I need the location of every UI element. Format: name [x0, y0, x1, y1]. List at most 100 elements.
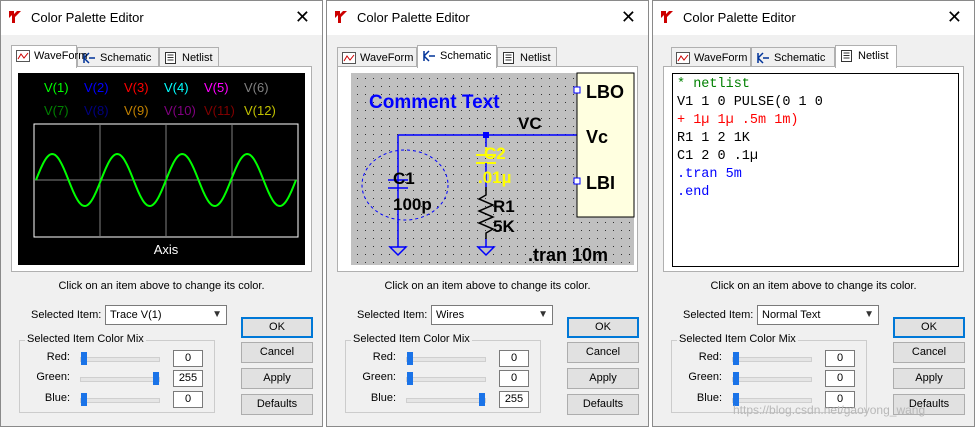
window-title: Color Palette Editor: [683, 10, 796, 25]
close-icon[interactable]: ✕: [621, 6, 636, 28]
waveform-preview[interactable]: V(1) V(2) V(3) V(4) V(5) V(6) V(7) V(8) V(9) V(10…: [12, 67, 311, 271]
green-slider[interactable]: [732, 372, 812, 385]
tab-waveform[interactable]: WaveForm: [671, 47, 751, 67]
port-pin[interactable]: [573, 177, 581, 185]
ok-button[interactable]: OK: [241, 317, 313, 338]
cancel-button[interactable]: Cancel: [241, 342, 313, 363]
net-label-vc[interactable]: VC: [518, 114, 542, 133]
close-icon[interactable]: ✕: [947, 6, 962, 28]
green-slider-thumb[interactable]: [153, 372, 159, 385]
tab-schematic[interactable]: Schematic: [417, 45, 497, 68]
schematic-preview-panel: Comment Text VC LBO Vc LBI C1 100p C2 .0…: [337, 66, 638, 272]
color-mix-group: Selected Item Color Mix Red: 0 Green: 0 …: [345, 333, 541, 413]
blue-slider[interactable]: [80, 393, 160, 406]
schematic-preview[interactable]: Comment Text VC LBO Vc LBI C1 100p C2 .0…: [338, 67, 637, 271]
red-slider[interactable]: [80, 352, 160, 365]
cancel-button[interactable]: Cancel: [893, 342, 965, 363]
red-slider[interactable]: [732, 352, 812, 365]
defaults-button[interactable]: Defaults: [567, 394, 639, 415]
green-value-field[interactable]: 255: [173, 370, 203, 387]
netlist-line[interactable]: * netlist: [677, 76, 954, 94]
trace-label[interactable]: V(6): [244, 80, 269, 95]
c2-value[interactable]: .01µ: [478, 168, 511, 187]
tab-schematic[interactable]: Schematic: [751, 47, 835, 67]
trace-label[interactable]: V(7): [44, 103, 69, 118]
netlist-line[interactable]: + 1µ 1µ .5m 1m): [677, 112, 954, 130]
selected-item-combo[interactable]: Normal Text ▼: [757, 305, 879, 325]
r1-name[interactable]: R1: [493, 197, 515, 216]
watermark: https://blog.csdn.net/gaoyong_wang: [733, 403, 926, 417]
cancel-button[interactable]: Cancel: [567, 342, 639, 363]
tab-netlist[interactable]: Netlist: [159, 47, 219, 67]
trace-label[interactable]: V(8): [84, 103, 109, 118]
title-bar[interactable]: Color Palette Editor ✕: [1, 1, 322, 35]
red-value-field[interactable]: 0: [499, 350, 529, 367]
green-slider-thumb[interactable]: [407, 372, 413, 385]
netlist-preview-panel: * netlist V1 1 0 PULSE(0 1 0 + 1µ 1µ .5m 1…: [663, 66, 964, 272]
netlist-text-area[interactable]: * netlist V1 1 0 PULSE(0 1 0 + 1µ 1µ .5m 1…: [672, 73, 959, 267]
port-label-lbo[interactable]: LBO: [586, 82, 624, 102]
blue-value-field[interactable]: 0: [173, 391, 203, 408]
selected-item-combo[interactable]: Wires ▼: [431, 305, 553, 325]
netlist-line[interactable]: C1 2 0 .1µ: [677, 148, 954, 166]
green-value-field[interactable]: 0: [499, 370, 529, 387]
red-slider-thumb[interactable]: [81, 352, 87, 365]
selected-item-combo[interactable]: Trace V(1) ▼: [105, 305, 227, 325]
blue-slider[interactable]: [406, 393, 486, 406]
junction-dot[interactable]: [483, 132, 489, 138]
trace-label[interactable]: V(11): [204, 103, 235, 118]
spice-directive[interactable]: .tran 10m: [528, 245, 608, 265]
red-value-field[interactable]: 0: [173, 350, 203, 367]
apply-button[interactable]: Apply: [893, 368, 965, 389]
c2-name[interactable]: C2: [484, 144, 506, 163]
hint-text: Click on an item above to change its col…: [710, 280, 917, 292]
red-slider[interactable]: [406, 352, 486, 365]
port-label-lbi[interactable]: LBI: [586, 173, 615, 193]
comment-text[interactable]: Comment Text: [369, 92, 500, 113]
apply-button[interactable]: Apply: [567, 368, 639, 389]
port-pin[interactable]: [573, 86, 581, 94]
tab-schematic[interactable]: Schematic: [77, 47, 159, 67]
title-bar[interactable]: Color Palette Editor ✕: [653, 1, 974, 35]
c1-value[interactable]: 100p: [393, 195, 432, 214]
trace-label[interactable]: V(10): [164, 103, 196, 118]
trace-label[interactable]: V(5): [204, 80, 229, 95]
close-icon[interactable]: ✕: [295, 6, 310, 28]
c1-name[interactable]: C1: [393, 169, 415, 188]
netlist-line[interactable]: R1 1 2 1K: [677, 130, 954, 148]
tab-netlist[interactable]: Netlist: [835, 45, 897, 68]
r1-value[interactable]: 5K: [493, 217, 515, 236]
green-slider[interactable]: [80, 372, 160, 385]
port-label-vc[interactable]: Vc: [586, 127, 608, 147]
defaults-button[interactable]: Defaults: [241, 394, 313, 415]
trace-label[interactable]: V(9): [124, 103, 149, 118]
trace-label[interactable]: V(12): [244, 103, 276, 118]
red-slider-thumb[interactable]: [407, 352, 413, 365]
blue-slider-thumb[interactable]: [81, 393, 87, 406]
trace-label[interactable]: V(2): [84, 80, 109, 95]
ok-button[interactable]: OK: [567, 317, 639, 338]
tab-netlist[interactable]: Netlist: [497, 47, 557, 67]
ok-button[interactable]: OK: [893, 317, 965, 338]
green-slider-thumb[interactable]: [733, 372, 739, 385]
trace-label[interactable]: V(4): [164, 80, 189, 95]
netlist-line[interactable]: .end: [677, 184, 954, 202]
green-value-field[interactable]: 0: [825, 370, 855, 387]
netlist-line[interactable]: V1 1 0 PULSE(0 1 0: [677, 94, 954, 112]
axis-label[interactable]: Axis: [154, 242, 179, 257]
tab-waveform[interactable]: WaveForm: [337, 47, 417, 67]
tab-waveform[interactable]: WaveForm: [11, 45, 87, 68]
netlist-line[interactable]: .tran 5m: [677, 166, 954, 184]
green-slider[interactable]: [406, 372, 486, 385]
apply-button[interactable]: Apply: [241, 368, 313, 389]
blue-slider-thumb[interactable]: [479, 393, 485, 406]
red-value-field[interactable]: 0: [825, 350, 855, 367]
red-slider-thumb[interactable]: [733, 352, 739, 365]
green-label: Green:: [362, 371, 396, 383]
title-bar[interactable]: Color Palette Editor ✕: [327, 1, 648, 35]
plot-background[interactable]: [18, 73, 305, 265]
trace-label[interactable]: V(1): [44, 80, 69, 95]
blue-value-field[interactable]: 255: [499, 391, 529, 408]
color-palette-dialog-schematic: Color Palette Editor ✕ WaveForm Schemati…: [326, 0, 649, 427]
trace-label[interactable]: V(3): [124, 80, 149, 95]
